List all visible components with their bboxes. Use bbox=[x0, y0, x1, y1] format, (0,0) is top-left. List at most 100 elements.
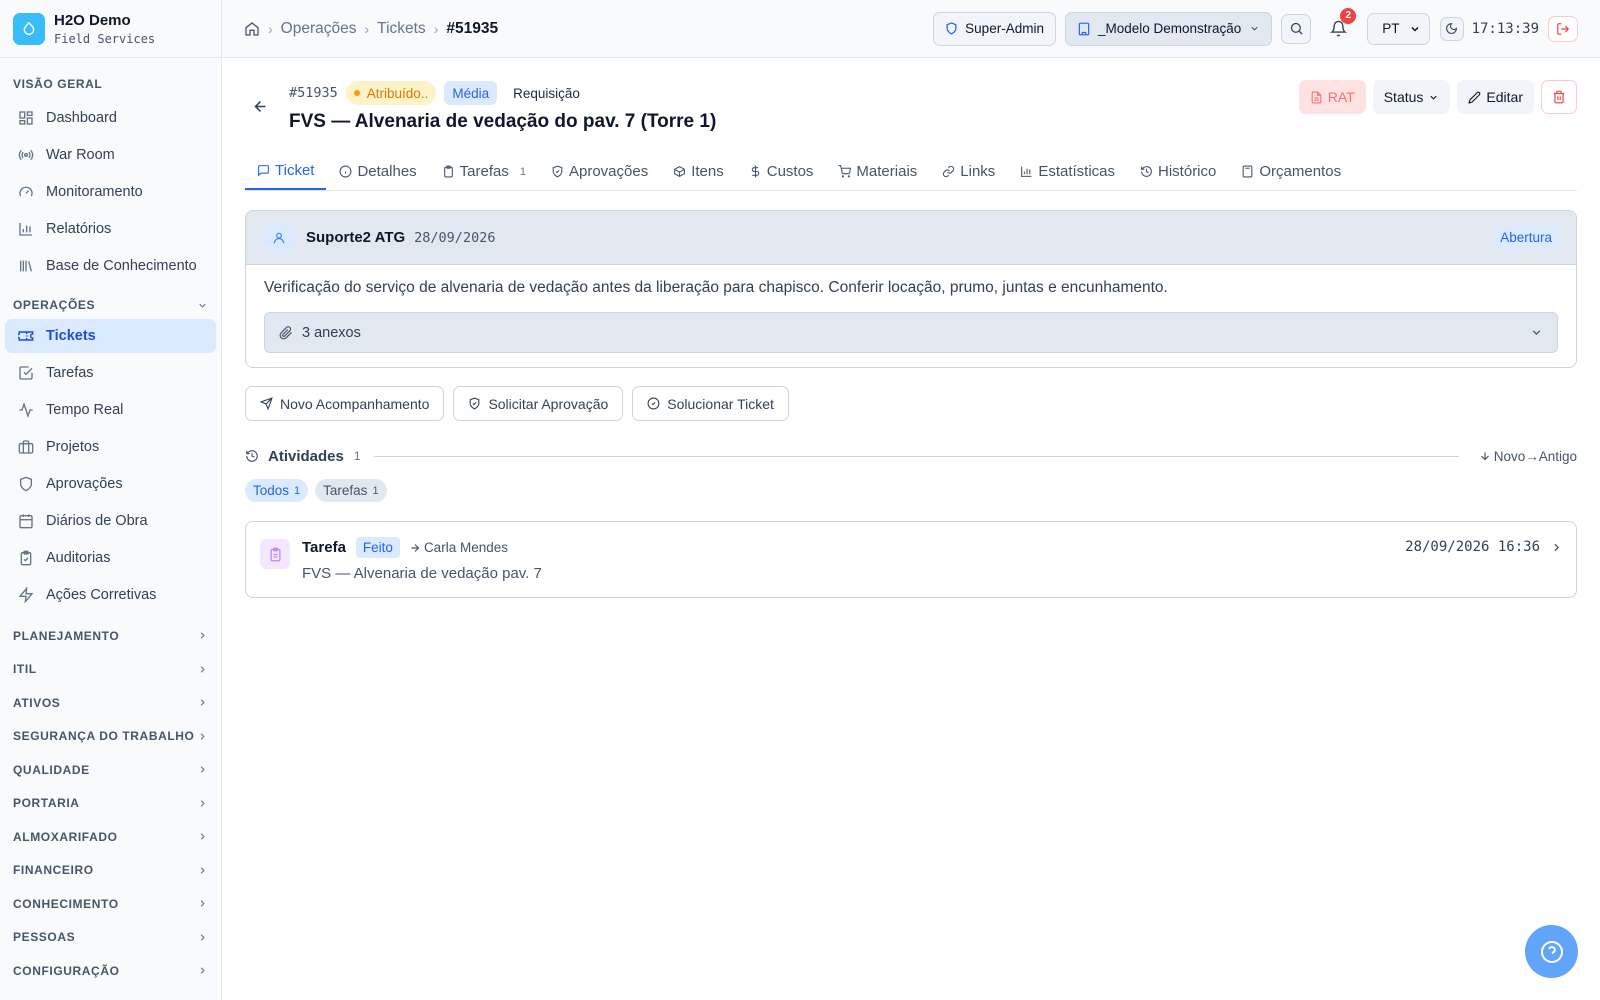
tab-tarefas[interactable]: Tarefas 1 bbox=[430, 153, 538, 190]
chevron-right-icon bbox=[200, 900, 205, 907]
sidebar-section-conhecimento[interactable]: CONHECIMENTO bbox=[0, 887, 221, 921]
section-label: CONFIGURAÇÃO bbox=[13, 963, 120, 978]
sidebar-section-pessoas[interactable]: PESSOAS bbox=[0, 921, 221, 955]
logout-button[interactable] bbox=[1548, 15, 1578, 42]
sidebar-section-ativos[interactable]: ATIVOS bbox=[0, 686, 221, 720]
edit-button[interactable]: Editar bbox=[1457, 80, 1534, 114]
priority-badge: Média bbox=[444, 81, 498, 105]
status-badge: Atribuído.. bbox=[345, 81, 437, 105]
sidebar-item-auditorias[interactable]: Auditorias bbox=[5, 541, 216, 575]
help-button[interactable] bbox=[1525, 925, 1578, 978]
sidebar-section-financeiro[interactable]: FINANCEIRO bbox=[0, 854, 221, 888]
sidebar-item-label: Tempo Real bbox=[46, 402, 124, 418]
sidebar-item-aprovacoes[interactable]: Aprovações bbox=[5, 467, 216, 501]
rat-button[interactable]: RAT bbox=[1298, 80, 1366, 114]
tab-aprovacoes[interactable]: Aprovações bbox=[539, 153, 660, 190]
sidebar-item-base-conhecimento[interactable]: Base de Conhecimento bbox=[5, 249, 216, 283]
chevron-down-icon bbox=[1411, 26, 1419, 32]
tab-estatisticas[interactable]: Estatísticas bbox=[1008, 153, 1127, 190]
activity-entry[interactable]: Tarefa Feito Carla Mendes FVS — Alvenari… bbox=[245, 521, 1577, 598]
topbar: › Operações › Tickets › #51935 Super-Adm… bbox=[222, 0, 1600, 58]
opening-badge: Abertura bbox=[1493, 226, 1559, 249]
role-button[interactable]: Super-Admin bbox=[933, 11, 1056, 46]
info-icon bbox=[339, 165, 352, 178]
sidebar-item-tempo-real[interactable]: Tempo Real bbox=[5, 393, 216, 427]
opening-card-body: Verificação do serviço de alvenaria de v… bbox=[246, 265, 1576, 367]
tab-links[interactable]: Links bbox=[930, 153, 1007, 190]
activity-timestamp: 28/09/2026 16:36 bbox=[1405, 539, 1540, 555]
tab-ticket[interactable]: Ticket bbox=[245, 153, 327, 190]
home-icon[interactable] bbox=[244, 21, 260, 37]
building-icon bbox=[1078, 22, 1090, 35]
request-approval-button[interactable]: Solicitar Aprovação bbox=[453, 386, 624, 421]
author-name: Suporte2 ATG bbox=[306, 229, 406, 246]
sidebar-item-tarefas[interactable]: Tarefas bbox=[5, 356, 216, 390]
activities-header: Atividades 1 Novo→Antigo bbox=[245, 446, 1577, 466]
ticket-tabs: Ticket Detalhes Tarefas 1 Aprovações Ite… bbox=[245, 153, 1577, 191]
trash-icon bbox=[1553, 90, 1565, 104]
type-badge: Requisição bbox=[513, 85, 580, 101]
brand[interactable]: H2O Demo Field Services bbox=[0, 0, 221, 58]
theme-toggle[interactable] bbox=[1439, 16, 1464, 41]
tab-materiais[interactable]: Materiais bbox=[826, 153, 929, 190]
brand-name: H2O Demo bbox=[54, 11, 131, 29]
tab-itens[interactable]: Itens bbox=[661, 153, 736, 190]
sidebar-item-monitoramento[interactable]: Monitoramento bbox=[5, 175, 216, 209]
tab-detalhes[interactable]: Detalhes bbox=[327, 153, 428, 190]
sidebar-item-label: Projetos bbox=[46, 439, 100, 455]
sidebar-section-portaria[interactable]: PORTARIA bbox=[0, 787, 221, 821]
pencil-icon bbox=[1468, 91, 1481, 104]
section-label: SEGURANÇA DO TRABALHO bbox=[13, 729, 195, 744]
chevron-right-icon bbox=[200, 867, 205, 874]
history-icon bbox=[1141, 166, 1152, 177]
tab-historico[interactable]: Histórico bbox=[1128, 153, 1228, 190]
delete-button[interactable] bbox=[1541, 80, 1577, 114]
sidebar-item-diarios[interactable]: Diários de Obra bbox=[5, 504, 216, 538]
filter-todos[interactable]: Todos 1 bbox=[245, 479, 309, 502]
language-select[interactable]: PT bbox=[1367, 12, 1430, 45]
back-button[interactable] bbox=[252, 98, 269, 118]
droplet-icon bbox=[13, 12, 45, 45]
sidebar-section-almoxarifado[interactable]: ALMOXARIFADO bbox=[0, 820, 221, 854]
new-follow-up-button[interactable]: Novo Acompanhamento bbox=[245, 386, 445, 421]
breadcrumb-operacoes[interactable]: Operações bbox=[281, 20, 357, 38]
sidebar-item-label: Monitoramento bbox=[46, 184, 143, 200]
tab-custos[interactable]: Custos bbox=[737, 153, 826, 190]
sidebar-section-configuracao[interactable]: CONFIGURAÇÃO bbox=[0, 954, 221, 988]
main-content: #51935 Atribuído.. Média Requisição FVS … bbox=[245, 58, 1577, 598]
arrow-right-icon bbox=[411, 543, 420, 552]
breadcrumb-current: #51935 bbox=[446, 19, 499, 37]
section-label: CONHECIMENTO bbox=[13, 896, 119, 911]
filter-tarefas[interactable]: Tarefas 1 bbox=[315, 479, 387, 502]
attachments-toggle[interactable]: 3 anexos bbox=[264, 312, 1558, 353]
shield-check-icon bbox=[470, 397, 480, 410]
section-title-operations[interactable]: OPERAÇÕES bbox=[0, 297, 221, 313]
sidebar-item-dashboard[interactable]: Dashboard bbox=[5, 101, 216, 135]
search-button[interactable] bbox=[1281, 13, 1312, 44]
solve-ticket-button[interactable]: Solucionar Ticket bbox=[632, 386, 789, 421]
sidebar-item-war-room[interactable]: War Room bbox=[5, 138, 216, 172]
status-button[interactable]: Status bbox=[1372, 80, 1451, 114]
ticket-actions: Novo Acompanhamento Solicitar Aprovação … bbox=[245, 386, 1577, 421]
chevron-right-icon bbox=[200, 800, 205, 807]
sidebar-item-acoes-corretivas[interactable]: Ações Corretivas bbox=[5, 578, 216, 612]
ticket-icon bbox=[18, 331, 34, 341]
search-icon bbox=[1290, 22, 1303, 35]
divider bbox=[373, 455, 1459, 457]
org-select[interactable]: _Modelo Demonstração bbox=[1064, 11, 1273, 46]
sidebar-section-planejamento[interactable]: PLANEJAMENTO bbox=[0, 619, 221, 653]
sidebar-section-itil[interactable]: ITIL bbox=[0, 653, 221, 687]
breadcrumb-tickets[interactable]: Tickets bbox=[377, 20, 426, 38]
sidebar-item-tickets[interactable]: Tickets bbox=[5, 319, 216, 353]
sidebar-section-qualidade[interactable]: QUALIDADE bbox=[0, 753, 221, 787]
activity-description: FVS — Alvenaria de vedação pav. 7 bbox=[302, 565, 542, 582]
sidebar-item-relatorios[interactable]: Relatórios bbox=[5, 212, 216, 246]
shield-icon bbox=[20, 476, 32, 492]
sidebar-section-seguranca-do-trabalho[interactable]: SEGURANÇA DO TRABALHO bbox=[0, 720, 221, 754]
opening-date: 28/09/2026 bbox=[414, 229, 496, 246]
role-label: Super-Admin bbox=[965, 21, 1044, 36]
notifications-button[interactable]: 2 bbox=[1323, 7, 1357, 44]
sort-toggle[interactable]: Novo→Antigo bbox=[1479, 449, 1577, 464]
tab-orcamentos[interactable]: Orçamentos bbox=[1229, 153, 1353, 190]
sidebar-item-projetos[interactable]: Projetos bbox=[5, 430, 216, 464]
